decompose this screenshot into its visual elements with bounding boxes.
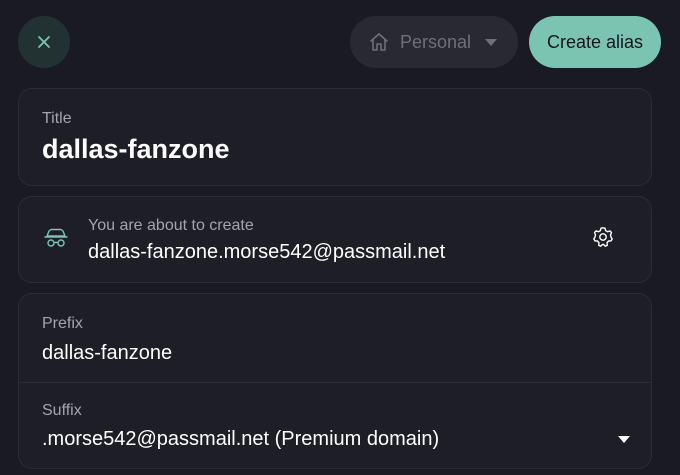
- alias-preview-card: You are about to create dallas-fanzone.m…: [18, 196, 652, 283]
- prefix-label: Prefix: [42, 315, 83, 332]
- incognito-icon: [44, 228, 68, 247]
- prefix-input[interactable]: [42, 340, 622, 366]
- prefix-suffix-card: Prefix Suffix .morse542@passmail.net (Pr…: [18, 293, 652, 469]
- gear-icon[interactable]: [592, 226, 614, 248]
- home-icon: [370, 33, 388, 51]
- vault-selector[interactable]: Personal: [350, 16, 518, 68]
- chevron-down-icon: [485, 38, 498, 46]
- title-card[interactable]: Title dallas-fanzone: [18, 88, 652, 186]
- alias-address: dallas-fanzone.morse542@passmail.net: [88, 241, 446, 263]
- title-value[interactable]: dallas-fanzone: [42, 134, 230, 165]
- chevron-down-icon: [618, 435, 630, 443]
- suffix-label: Suffix: [42, 402, 82, 419]
- close-icon: [38, 36, 50, 48]
- create-alias-button[interactable]: Create alias: [529, 16, 661, 68]
- title-label: Title: [42, 110, 72, 127]
- create-alias-page: Personal Create alias Title dallas-fanzo…: [0, 0, 680, 475]
- suffix-select[interactable]: .morse542@passmail.net (Premium domain): [42, 424, 632, 454]
- close-button[interactable]: [18, 16, 70, 68]
- vault-selector-label: Personal: [400, 31, 472, 52]
- about-to-create-label: You are about to create: [88, 217, 254, 234]
- suffix-value: .morse542@passmail.net (Premium domain): [42, 427, 440, 450]
- divider: [19, 382, 651, 383]
